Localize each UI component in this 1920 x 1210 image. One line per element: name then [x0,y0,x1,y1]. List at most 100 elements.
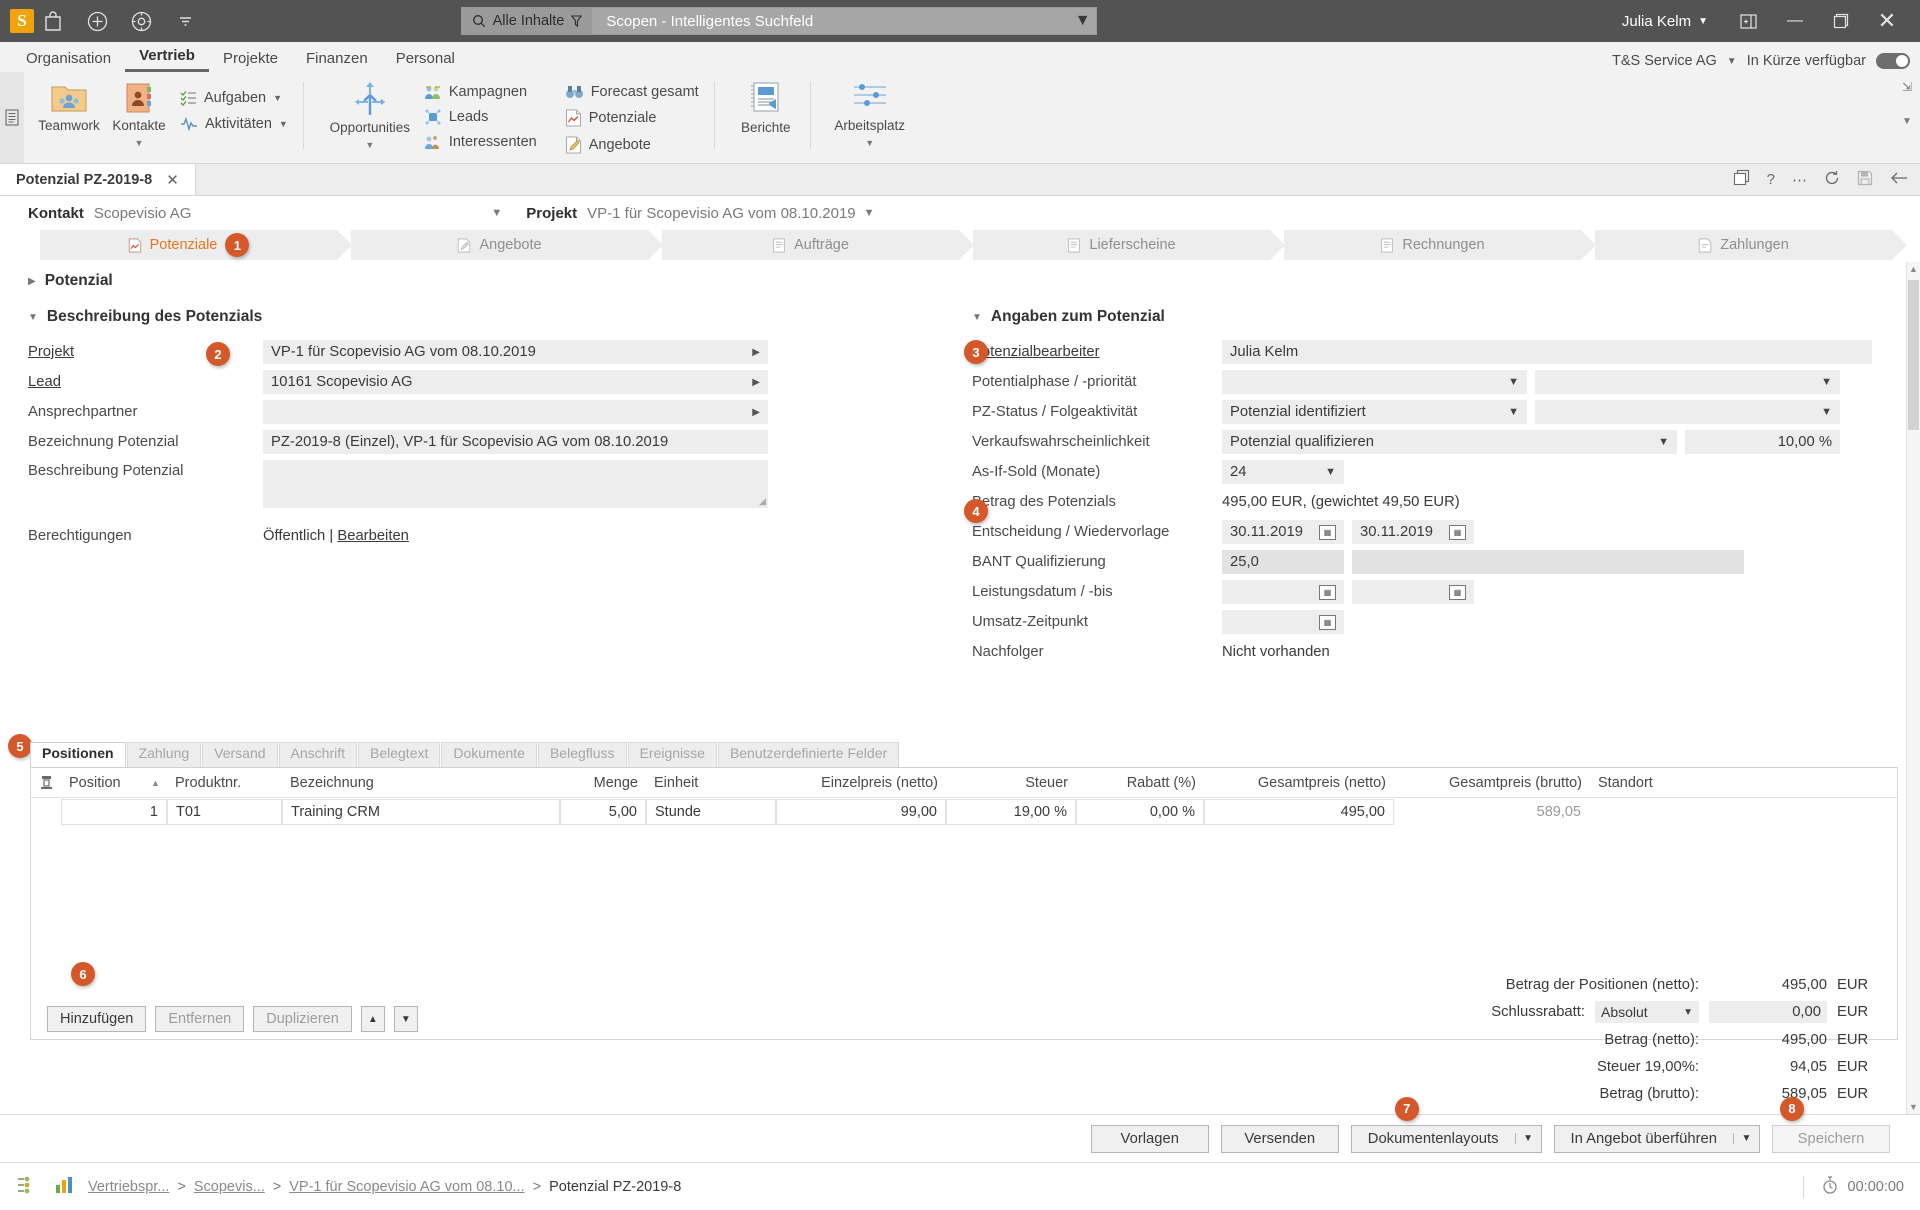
cell-steuer[interactable]: 19,00 % [946,799,1076,825]
search-input[interactable]: Scopen - Intelligentes Suchfeld [592,8,1070,34]
column-header-steuer[interactable]: Steuer [946,775,1076,791]
ribbon-side-rail[interactable] [0,72,24,163]
field-input-bant[interactable]: 25,0 [1222,550,1344,574]
cell-einheit[interactable]: Stunde [646,799,776,825]
field-select-verkaufswahrscheinlichkeit[interactable]: Potenzial qualifizieren ▼ [1222,430,1677,454]
ribbon-button-kontakte[interactable]: Kontakte ▼ [104,78,174,148]
chevron-down-icon[interactable]: ▼ [28,312,38,323]
collapse-ribbon-icon[interactable]: ▼ [1902,116,1912,127]
dokumentenlayouts-button[interactable]: Dokumentenlayouts ▼ [1350,1124,1542,1153]
cell-standort[interactable] [1590,799,1710,825]
chevron-right-icon[interactable]: ▶ [28,276,36,287]
column-chooser-icon[interactable] [31,775,61,790]
move-down-button[interactable]: ▼ [393,1006,418,1032]
cell-einzelpreis[interactable]: 99,00 [776,799,946,825]
bag-icon[interactable] [40,8,66,34]
field-input-bezeichnung[interactable]: PZ-2019-8 (Einzel), VP-1 für Scopevisio … [263,430,768,454]
column-header-rabatt[interactable]: Rabatt (%) [1076,775,1204,791]
close-icon[interactable]: ✕ [166,171,179,189]
process-step-auftraege[interactable]: Aufträge [662,230,974,260]
refresh-icon[interactable] [1824,170,1840,190]
chevron-down-icon[interactable] [172,8,198,34]
calendar-icon[interactable]: ▦ [1449,584,1466,600]
permissions-edit-link[interactable]: Bearbeiten [337,528,409,544]
field-input-wahrscheinlichkeit-prozent[interactable]: 10,00 % [1685,430,1840,454]
search-box[interactable]: Alle Inhalte Scopen - Intelligentes Such… [460,7,1097,35]
chevron-down-icon[interactable]: ▼ [491,207,502,219]
search-dropdown-icon[interactable]: ▼ [1069,8,1096,34]
calendar-icon[interactable]: ▦ [1319,524,1336,540]
lookup-arrow-icon[interactable]: ▶ [752,347,760,358]
chevron-down-icon[interactable]: ▼ [864,207,875,219]
chevron-down-icon[interactable]: ▼ [273,93,282,103]
tab-zahlung[interactable]: Zahlung [126,742,202,767]
save-icon[interactable] [1857,170,1873,190]
process-step-rechnungen[interactable]: Rechnungen [1284,230,1596,260]
ribbon-button-berichte[interactable]: Berichte [731,78,801,135]
column-header-einzelpreis[interactable]: Einzelpreis (netto) [776,775,946,791]
field-select-folgeaktivitaet[interactable]: ▼ [1535,400,1840,424]
versenden-button[interactable]: Versenden [1220,1124,1339,1153]
tab-belegtext[interactable]: Belegtext [358,742,441,767]
projekt-value[interactable]: VP-1 für Scopevisio AG vom 08.10.2019 [587,205,855,222]
ribbon-button-aufgaben[interactable]: Aufgaben ▼ [174,88,294,108]
vorlagen-button[interactable]: Vorlagen [1090,1124,1209,1153]
menu-item-vertrieb[interactable]: Vertrieb [125,44,209,72]
field-date-entscheidung[interactable]: 30.11.2019 ▦ [1222,520,1344,544]
stopwatch-icon[interactable] [1822,1175,1838,1198]
chevron-down-icon[interactable]: ▼ [865,138,874,148]
calendar-icon[interactable]: ▦ [1319,584,1336,600]
process-step-angebote[interactable]: Angebote [351,230,663,260]
compass-icon[interactable] [128,8,154,34]
process-step-lieferscheine[interactable]: Lieferscheine [973,230,1285,260]
ribbon-button-arbeitsplatz[interactable]: Arbeitsplatz ▼ [827,78,913,148]
tab-versand[interactable]: Versand [202,742,278,767]
ribbon-button-teamwork[interactable]: Teamwork [34,78,104,133]
cell-menge[interactable]: 5,00 [560,799,646,825]
back-icon[interactable] [1890,171,1908,189]
minimize-button[interactable]: — [1772,0,1818,42]
in-angebot-ueberfuehren-button[interactable]: In Angebot überführen ▼ [1553,1124,1760,1153]
copy-icon[interactable] [1733,169,1750,190]
restore-pane-icon[interactable] [1726,0,1772,42]
column-header-menge[interactable]: Menge [560,775,646,791]
availability-toggle[interactable] [1876,53,1910,69]
speichern-button[interactable]: Speichern [1772,1124,1890,1153]
calendar-icon[interactable]: ▦ [1449,524,1466,540]
breadcrumb-item-0[interactable]: Vertriebspr... [88,1179,169,1195]
global-search[interactable]: Alle Inhalte Scopen - Intelligentes Such… [460,7,1097,35]
cell-gesamtpreis-netto[interactable]: 495,00 [1204,799,1394,825]
column-header-position[interactable]: Position [61,775,151,791]
process-step-potenziale[interactable]: Potenziale 1 [40,230,352,260]
ribbon-button-interessenten[interactable]: Interessenten [418,132,543,152]
chevron-down-icon[interactable]: ▼ [1821,376,1832,388]
field-date-umsatz-zeitpunkt[interactable]: ▦ [1222,610,1344,634]
field-input-potenzialbearbeiter[interactable]: Julia Kelm [1222,340,1872,364]
chevron-down-icon[interactable]: ▼ [279,119,288,129]
breadcrumb-item-1[interactable]: Scopevis... [194,1179,265,1195]
field-input-bant-note[interactable] [1352,550,1744,574]
ribbon-button-angebote[interactable]: Angebote [559,134,705,156]
more-icon[interactable]: ⋯ [1792,171,1807,189]
vertical-scrollbar[interactable]: ▲ ▼ [1906,262,1920,1114]
process-step-zahlungen[interactable]: Zahlungen [1595,230,1907,260]
ribbon-button-leads[interactable]: Leads [418,107,543,127]
column-header-produktnr[interactable]: Produktnr. [167,775,282,791]
move-up-button[interactable]: ▲ [360,1006,385,1032]
chevron-down-icon[interactable]: ▼ [972,312,982,323]
menu-item-projekte[interactable]: Projekte [209,47,292,72]
resize-grip-icon[interactable]: ◢ [759,496,766,507]
collapsed-section-potenzial[interactable]: ▶ Potenzial [28,272,113,290]
schlussrabatt-type-select[interactable]: Absolut ▼ [1595,1001,1699,1023]
field-select-as-if-sold[interactable]: 24 ▼ [1222,460,1344,484]
column-header-gesamtpreis-netto[interactable]: Gesamtpreis (netto) [1204,775,1394,791]
chevron-down-icon[interactable]: ▼ [135,138,144,148]
ribbon-button-potenziale[interactable]: Potenziale [559,107,705,129]
scroll-up-icon[interactable]: ▲ [1909,264,1918,274]
column-header-bezeichnung[interactable]: Bezeichnung [282,775,560,791]
column-header-standort[interactable]: Standort [1590,775,1710,791]
chevron-down-icon[interactable]: ▼ [1733,1133,1759,1144]
calendar-icon[interactable]: ▦ [1319,614,1336,630]
ribbon-button-forecast-gesamt[interactable]: Forecast gesamt [559,82,705,102]
chevron-down-icon[interactable]: ▼ [1514,1133,1541,1144]
